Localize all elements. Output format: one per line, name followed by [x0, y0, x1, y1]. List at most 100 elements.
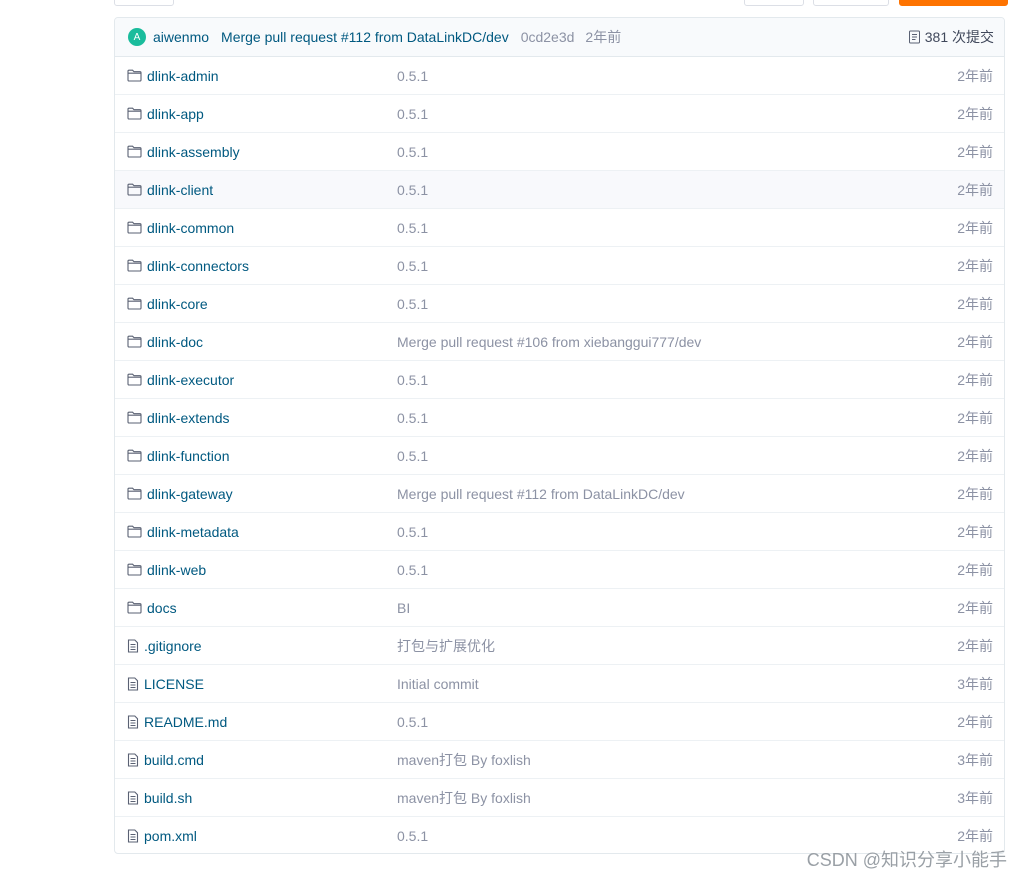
folder-icon	[127, 107, 147, 120]
file-name-link[interactable]: pom.xml	[144, 828, 197, 844]
file-row[interactable]: .gitignore 打包与扩展优化 2年前	[115, 627, 1004, 665]
last-commit-message[interactable]: 0.5.1	[397, 524, 428, 540]
commit-sha[interactable]: 0cd2e3d	[521, 29, 575, 45]
folder-icon	[127, 69, 147, 82]
commit-count-link[interactable]: 381 次提交	[908, 27, 994, 47]
file-row[interactable]: dlink-common 0.5.1 2年前	[115, 209, 1004, 247]
file-row[interactable]: README.md 0.5.1 2年前	[115, 703, 1004, 741]
file-row[interactable]: dlink-executor 0.5.1 2年前	[115, 361, 1004, 399]
last-commit-message[interactable]: Merge pull request #112 from DataLinkDC/…	[397, 486, 685, 502]
top-button-1[interactable]	[114, 0, 174, 6]
file-row[interactable]: dlink-core 0.5.1 2年前	[115, 285, 1004, 323]
last-commit-message[interactable]: 0.5.1	[397, 258, 428, 274]
last-commit-time: 2年前	[957, 713, 993, 730]
file-row[interactable]: dlink-metadata 0.5.1 2年前	[115, 513, 1004, 551]
file-name-cell[interactable]: dlink-web	[127, 562, 206, 578]
last-commit-message[interactable]: 0.5.1	[397, 448, 428, 464]
last-commit-message[interactable]: 0.5.1	[397, 562, 428, 578]
last-commit-message[interactable]: 0.5.1	[397, 144, 428, 160]
file-row[interactable]: dlink-connectors 0.5.1 2年前	[115, 247, 1004, 285]
file-name-cell[interactable]: pom.xml	[127, 828, 197, 844]
file-row[interactable]: dlink-gateway Merge pull request #112 fro…	[115, 475, 1004, 513]
file-name-link[interactable]: dlink-assembly	[147, 144, 240, 160]
last-commit-message[interactable]: 0.5.1	[397, 372, 428, 388]
file-name-link[interactable]: dlink-client	[147, 182, 213, 198]
file-row[interactable]: dlink-function 0.5.1 2年前	[115, 437, 1004, 475]
file-name-link[interactable]: build.cmd	[144, 752, 204, 768]
file-name-cell[interactable]: dlink-admin	[127, 68, 219, 84]
file-name-link[interactable]: dlink-app	[147, 106, 204, 122]
file-name-cell[interactable]: dlink-metadata	[127, 524, 239, 540]
file-row[interactable]: dlink-admin 0.5.1 2年前	[115, 57, 1004, 95]
last-commit-message[interactable]: 0.5.1	[397, 220, 428, 236]
last-commit-message[interactable]: maven打包 By foxlish	[397, 788, 531, 808]
file-name-link[interactable]: build.sh	[144, 790, 192, 806]
file-name-cell[interactable]: dlink-extends	[127, 410, 230, 426]
file-name-cell[interactable]: build.cmd	[127, 752, 204, 768]
last-commit-time: 3年前	[957, 675, 993, 692]
file-name-cell[interactable]: dlink-gateway	[127, 486, 233, 502]
last-commit-message[interactable]: Initial commit	[397, 676, 479, 692]
file-icon	[127, 638, 144, 653]
file-name-cell[interactable]: dlink-app	[127, 106, 204, 122]
file-row[interactable]: build.sh maven打包 By foxlish 3年前	[115, 779, 1004, 817]
file-name-cell[interactable]: dlink-core	[127, 296, 208, 312]
file-name-cell[interactable]: README.md	[127, 714, 227, 730]
file-row[interactable]: dlink-assembly 0.5.1 2年前	[115, 133, 1004, 171]
file-name-link[interactable]: README.md	[144, 714, 227, 730]
file-name-cell[interactable]: dlink-common	[127, 220, 234, 236]
last-commit-message[interactable]: BI	[397, 600, 410, 616]
last-commit-message[interactable]: maven打包 By foxlish	[397, 750, 531, 770]
file-name-link[interactable]: .gitignore	[144, 638, 202, 654]
last-commit-message[interactable]: 打包与扩展优化	[397, 636, 495, 656]
last-commit-message[interactable]: 0.5.1	[397, 828, 428, 844]
top-button-2[interactable]	[744, 0, 804, 6]
file-name-link[interactable]: dlink-core	[147, 296, 208, 312]
file-row[interactable]: docs BI 2年前	[115, 589, 1004, 627]
last-commit-message[interactable]: Merge pull request #106 from xiebanggui7…	[397, 334, 701, 350]
file-name-cell[interactable]: docs	[127, 600, 177, 616]
commit-author[interactable]: aiwenmo	[153, 29, 209, 45]
file-name-link[interactable]: dlink-web	[147, 562, 206, 578]
file-name-cell[interactable]: build.sh	[127, 790, 192, 806]
last-commit-time: 2年前	[957, 599, 993, 616]
file-name-cell[interactable]: dlink-client	[127, 182, 213, 198]
folder-icon	[127, 183, 147, 196]
file-name-link[interactable]: dlink-function	[147, 448, 230, 464]
commit-message[interactable]: Merge pull request #112 from DataLinkDC/…	[221, 29, 509, 45]
clone-download-button[interactable]	[899, 0, 1008, 6]
last-commit-message[interactable]: 0.5.1	[397, 68, 428, 84]
file-name-link[interactable]: dlink-extends	[147, 410, 230, 426]
file-name-link[interactable]: dlink-connectors	[147, 258, 249, 274]
file-row[interactable]: dlink-doc Merge pull request #106 from xi…	[115, 323, 1004, 361]
file-name-cell[interactable]: dlink-assembly	[127, 144, 240, 160]
file-row[interactable]: LICENSE Initial commit 3年前	[115, 665, 1004, 703]
file-name-cell[interactable]: .gitignore	[127, 638, 202, 654]
folder-icon	[127, 335, 147, 348]
file-name-cell[interactable]: LICENSE	[127, 676, 204, 692]
file-name-cell[interactable]: dlink-connectors	[127, 258, 249, 274]
file-row[interactable]: dlink-extends 0.5.1 2年前	[115, 399, 1004, 437]
file-name-cell[interactable]: dlink-doc	[127, 334, 203, 350]
file-name-link[interactable]: dlink-common	[147, 220, 234, 236]
last-commit-message[interactable]: 0.5.1	[397, 296, 428, 312]
avatar[interactable]: A	[128, 28, 146, 46]
file-name-link[interactable]: docs	[147, 600, 177, 616]
file-row[interactable]: build.cmd maven打包 By foxlish 3年前	[115, 741, 1004, 779]
file-name-link[interactable]: dlink-doc	[147, 334, 203, 350]
last-commit-message[interactable]: 0.5.1	[397, 182, 428, 198]
file-row[interactable]: dlink-app 0.5.1 2年前	[115, 95, 1004, 133]
file-name-cell[interactable]: dlink-function	[127, 448, 230, 464]
last-commit-message[interactable]: 0.5.1	[397, 714, 428, 730]
top-button-3[interactable]	[813, 0, 889, 6]
file-row[interactable]: dlink-web 0.5.1 2年前	[115, 551, 1004, 589]
file-name-link[interactable]: dlink-gateway	[147, 486, 233, 502]
file-name-link[interactable]: dlink-admin	[147, 68, 219, 84]
file-row[interactable]: dlink-client 0.5.1 2年前	[115, 171, 1004, 209]
last-commit-message[interactable]: 0.5.1	[397, 410, 428, 426]
file-name-link[interactable]: dlink-metadata	[147, 524, 239, 540]
last-commit-message[interactable]: 0.5.1	[397, 106, 428, 122]
file-name-link[interactable]: dlink-executor	[147, 372, 234, 388]
file-name-cell[interactable]: dlink-executor	[127, 372, 234, 388]
file-name-link[interactable]: LICENSE	[144, 676, 204, 692]
